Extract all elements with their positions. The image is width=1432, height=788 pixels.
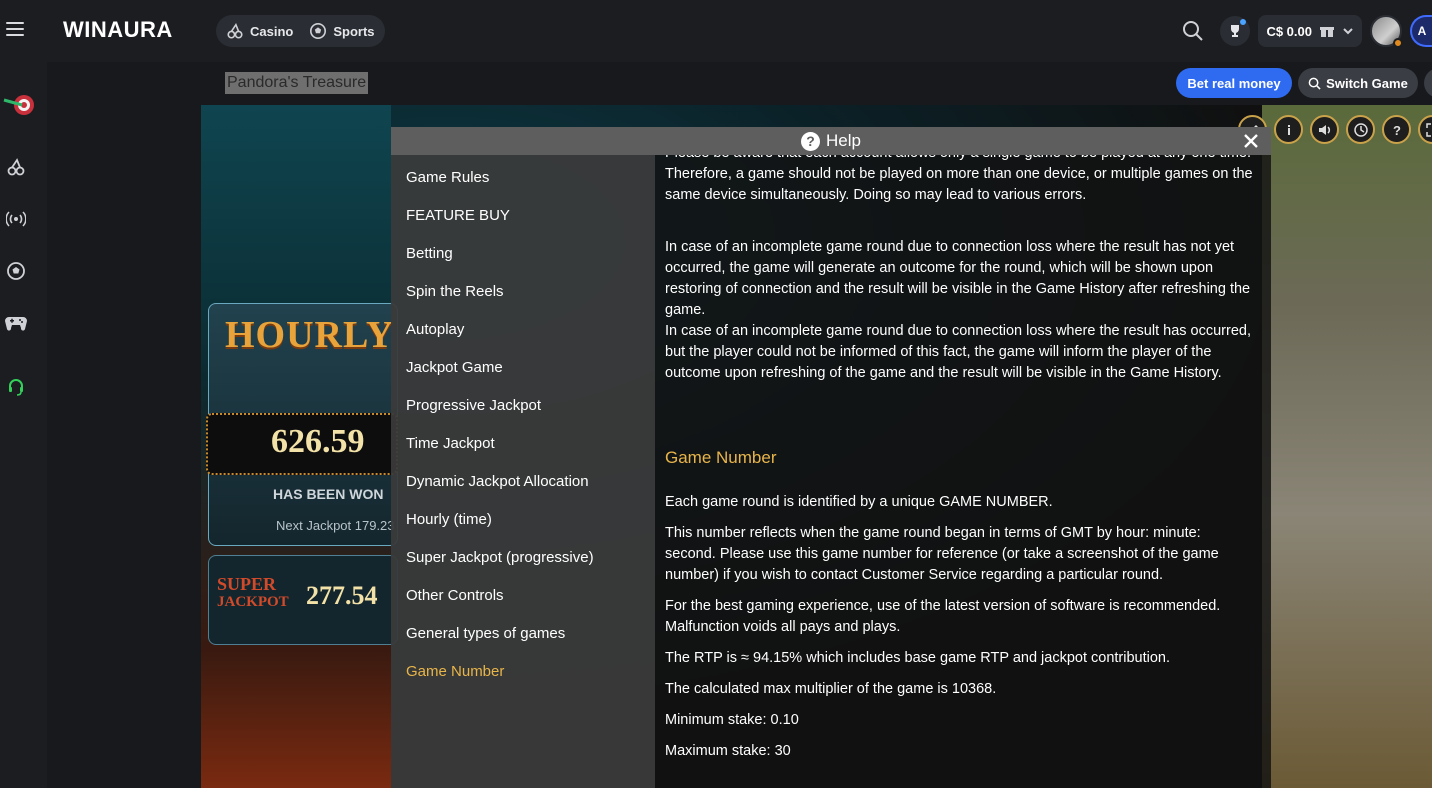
- switch-game-label: Switch Game: [1326, 75, 1408, 91]
- hourly-jackpot-title: HOURLY: [225, 314, 395, 356]
- help-nav-hourly-time[interactable]: Hourly (time): [391, 509, 655, 547]
- help-paragraph: In case of an incomplete game round due …: [665, 323, 1251, 381]
- help-paragraph: This number reflects when the game round…: [665, 525, 1219, 583]
- svg-text:?: ?: [1393, 123, 1401, 138]
- secondary-avatar[interactable]: A: [1410, 15, 1432, 47]
- help-nav-feature-buy[interactable]: FEATURE BUY: [391, 205, 655, 243]
- section-title: Game Number: [665, 448, 777, 467]
- notification-dot: [1240, 19, 1247, 25]
- help-icon[interactable]: ?: [1382, 115, 1411, 144]
- help-nav-other-controls[interactable]: Other Controls: [391, 585, 655, 623]
- bet-real-money-button[interactable]: Bet real money: [1176, 68, 1292, 98]
- help-nav-betting[interactable]: Betting: [391, 243, 655, 281]
- target-icon[interactable]: [2, 88, 36, 122]
- super-jackpot-label: SUPER JACKPOT: [217, 575, 289, 611]
- help-paragraph: The RTP is ≈ 94.15% which includes base …: [665, 650, 1171, 666]
- help-paragraph: The calculated max multiplier of the gam…: [665, 681, 997, 697]
- support-headset-icon[interactable]: [4, 375, 28, 399]
- soccer-ball-icon: [310, 22, 327, 40]
- gift-icon: [1320, 27, 1334, 37]
- jackpot-won-text: HAS BEEN WON: [273, 486, 384, 502]
- nav-sports[interactable]: Sports: [309, 22, 375, 40]
- balance-value: C$ 0.00: [1266, 23, 1312, 39]
- search-icon: [1308, 77, 1321, 90]
- left-pane: [47, 62, 201, 788]
- avatar[interactable]: [1370, 15, 1403, 48]
- avatar-badge: [1393, 38, 1403, 48]
- sidebar: [0, 62, 47, 788]
- trophy-icon: [1231, 25, 1240, 37]
- live-broadcast-icon[interactable]: [4, 207, 28, 231]
- game-background-right: [1262, 105, 1432, 788]
- help-paragraph: Minimum stake: 0.10: [665, 712, 799, 728]
- help-paragraph: Please be aware that each account allows…: [665, 155, 1253, 203]
- super-jackpot-amount: 277.54: [306, 581, 378, 610]
- info-icon[interactable]: [1274, 115, 1303, 144]
- search-button[interactable]: [1178, 16, 1208, 46]
- help-nav-jackpot-game[interactable]: Jackpot Game: [391, 357, 655, 395]
- help-nav-game-number[interactable]: Game Number: [391, 661, 655, 699]
- sound-icon[interactable]: [1310, 115, 1339, 144]
- super-jackpot-label-line2: JACKPOT: [217, 594, 289, 610]
- next-jackpot-text: Next Jackpot 179.23: [276, 518, 395, 533]
- search-icon: [1183, 21, 1204, 41]
- gamepad-icon[interactable]: [4, 311, 28, 335]
- cherry-icon[interactable]: [4, 155, 28, 179]
- help-nav-autoplay[interactable]: Autoplay: [391, 319, 655, 357]
- help-dialog: ? Help Game Rules FEATURE BUY Betting Sp…: [391, 127, 1271, 788]
- help-nav-general-types[interactable]: General types of games: [391, 623, 655, 661]
- help-nav-time-jackpot[interactable]: Time Jackpot: [391, 433, 655, 471]
- game-title: Pandora's Treasure: [225, 72, 369, 94]
- help-header: ? Help: [391, 127, 1271, 155]
- cherry-icon: [227, 22, 243, 39]
- help-paragraph: For the best gaming experience, use of t…: [665, 598, 1221, 635]
- question-icon: ?: [801, 131, 821, 151]
- nav-casino-label: Casino: [250, 23, 294, 39]
- account-area: C$ 0.00 A: [1178, 12, 1432, 50]
- switch-game-button[interactable]: Switch Game: [1298, 68, 1418, 98]
- nav-sports-label: Sports: [333, 23, 375, 39]
- close-icon[interactable]: [1241, 131, 1261, 151]
- help-nav-spin-the-reels[interactable]: Spin the Reels: [391, 281, 655, 319]
- site-logo[interactable]: WINAURA: [63, 17, 173, 43]
- hourly-jackpot-amount: 626.59: [271, 423, 365, 460]
- help-content[interactable]: Please be aware that each account allows…: [655, 155, 1271, 788]
- fullscreen-icon[interactable]: [1418, 115, 1432, 144]
- help-nav-super-jackpot[interactable]: Super Jackpot (progressive): [391, 547, 655, 585]
- help-nav: Game Rules FEATURE BUY Betting Spin the …: [391, 155, 655, 788]
- soccer-ball-icon[interactable]: [4, 259, 28, 283]
- top-bar: WINAURA Casino Sports C$ 0.00 A: [0, 0, 1432, 62]
- history-icon[interactable]: [1346, 115, 1375, 144]
- help-paragraph: Each game round is identified by a uniqu…: [665, 494, 1053, 510]
- rewards-button[interactable]: [1220, 16, 1251, 46]
- super-jackpot-label-line1: SUPER: [217, 574, 277, 594]
- menu-icon[interactable]: [6, 22, 24, 36]
- help-title: Help: [826, 131, 861, 150]
- help-paragraph: Maximum stake: 30: [665, 743, 791, 759]
- chevron-down-icon: [1343, 28, 1353, 35]
- help-nav-progressive-jackpot[interactable]: Progressive Jackpot: [391, 395, 655, 433]
- help-nav-game-rules[interactable]: Game Rules: [391, 167, 655, 205]
- help-nav-dynamic-jackpot-allocation[interactable]: Dynamic Jackpot Allocation: [391, 471, 655, 509]
- nav-casino[interactable]: Casino: [226, 22, 293, 40]
- balance-display[interactable]: C$ 0.00: [1258, 15, 1362, 47]
- help-paragraph: In case of an incomplete game round due …: [665, 239, 1251, 318]
- main-nav: Casino Sports: [216, 15, 385, 47]
